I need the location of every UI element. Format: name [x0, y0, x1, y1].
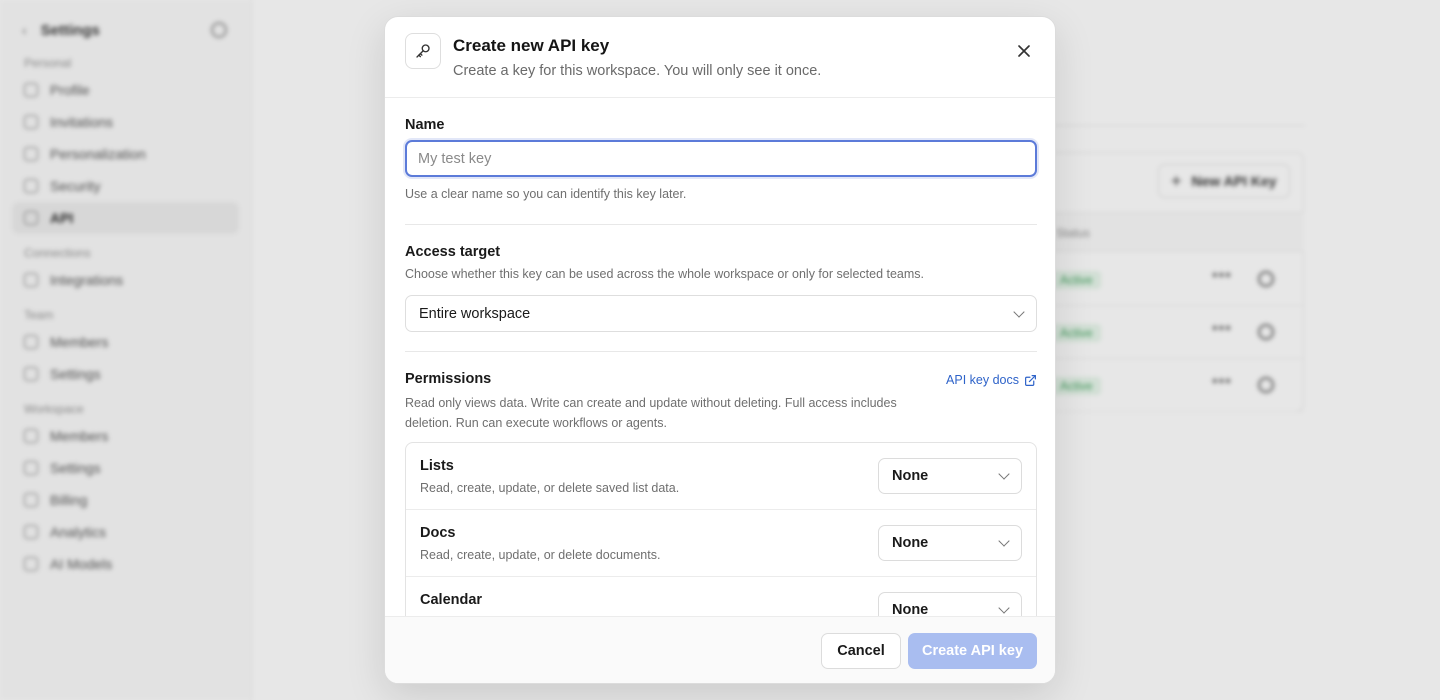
chevron-down-icon [998, 535, 1010, 547]
dialog-footer: Cancel Create API key [385, 616, 1055, 683]
cancel-button[interactable]: Cancel [821, 633, 901, 669]
close-button[interactable] [1011, 38, 1037, 64]
permission-select-lists[interactable]: None [878, 458, 1022, 494]
permissions-label: Permissions [405, 371, 492, 387]
create-api-key-dialog: Create new API key Create a key for this… [384, 16, 1056, 684]
create-api-key-button[interactable]: Create API key [908, 633, 1037, 669]
permission-value: None [892, 468, 929, 484]
access-target-label: Access target [405, 244, 501, 260]
divider [405, 351, 1037, 352]
name-label: Name [405, 117, 445, 133]
dialog-body: Name Use a clear name so you can identif… [385, 98, 1055, 616]
permission-row-calendar: Calendar None [406, 577, 1036, 616]
name-hint: Use a clear name so you can identify thi… [405, 187, 687, 201]
permission-row-docs: Docs Read, create, update, or delete doc… [406, 510, 1036, 577]
permission-row-lists: Lists Read, create, update, or delete sa… [406, 443, 1036, 510]
permission-select-docs[interactable]: None [878, 525, 1022, 561]
api-key-docs-link[interactable]: API key docs [946, 373, 1037, 387]
permissions-table: Lists Read, create, update, or delete sa… [405, 442, 1037, 616]
permission-description: Read, create, update, or delete document… [420, 548, 661, 562]
divider [405, 224, 1037, 225]
permission-value: None [892, 602, 929, 616]
chevron-down-icon [998, 602, 1010, 614]
dialog-header: Create new API key Create a key for this… [385, 17, 1055, 98]
access-target-description: Choose whether this key can be used acro… [405, 267, 925, 281]
permission-value: None [892, 535, 929, 551]
key-icon [405, 33, 441, 69]
permission-select-calendar[interactable]: None [878, 592, 1022, 616]
permission-description: Read, create, update, or delete saved li… [420, 481, 680, 495]
permission-title: Calendar [420, 592, 483, 608]
docs-link-label: API key docs [946, 373, 1019, 387]
name-input[interactable] [405, 140, 1037, 177]
external-link-icon [1025, 374, 1036, 386]
permission-title: Lists [420, 458, 454, 474]
dialog-title: Create new API key [453, 36, 610, 55]
permissions-description: Read only views data. Write can create a… [405, 396, 897, 430]
permission-title: Docs [420, 525, 456, 541]
chevron-down-icon [1013, 305, 1025, 318]
access-target-select[interactable]: Entire workspace [405, 295, 1037, 332]
chevron-down-icon [998, 468, 1010, 480]
dialog-subtitle: Create a key for this workspace. You wil… [453, 63, 822, 79]
access-target-value: Entire workspace [419, 305, 531, 322]
close-icon [1018, 45, 1030, 57]
